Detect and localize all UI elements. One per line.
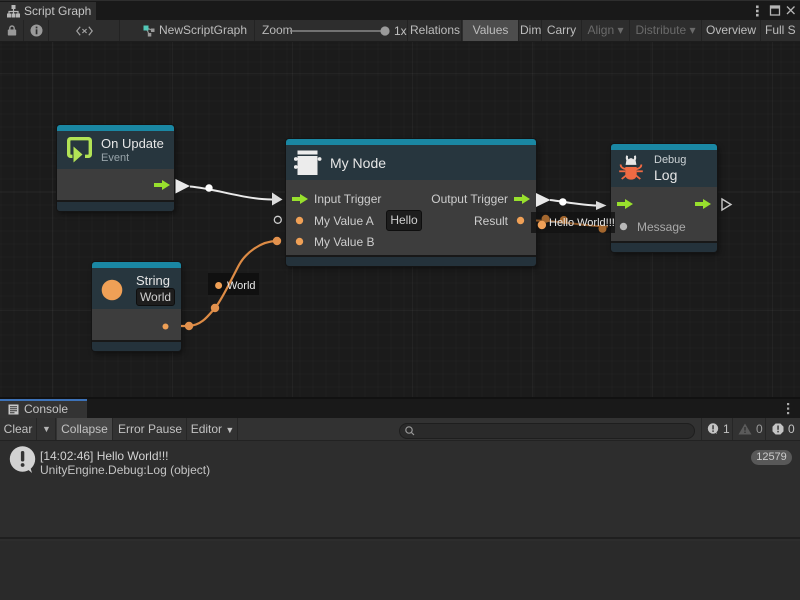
svg-text:1x: 1x bbox=[394, 24, 407, 38]
